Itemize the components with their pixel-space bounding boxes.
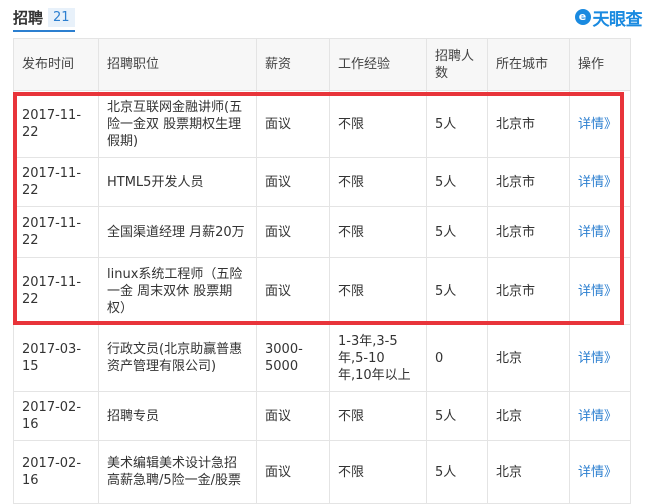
cell-salary: 面议	[256, 391, 330, 441]
column-header-experience: 工作经验	[329, 38, 427, 91]
cell-date: 2017-11-22	[13, 257, 99, 325]
cell-experience: 不限	[329, 440, 427, 504]
title-underline	[13, 30, 75, 32]
cell-city: 北京市	[487, 206, 570, 258]
cell-salary: 面议	[256, 157, 330, 207]
table-header-row: 发布时间 招聘职位 薪资 工作经验 招聘人数 所在城市 操作	[13, 38, 631, 91]
section-title: 招聘	[13, 9, 44, 27]
cell-headcount: 5人	[426, 157, 488, 207]
column-header-city: 所在城市	[487, 38, 570, 91]
logo-icon: e	[574, 9, 591, 25]
table-row: 2017-02-16 美术编辑美术设计急招高薪急聘/5险一金/股票 面议 不限 …	[13, 440, 631, 504]
column-header-date: 发布时间	[13, 38, 99, 91]
cell-headcount: 5人	[426, 206, 488, 258]
cell-salary: 面议	[256, 257, 330, 325]
cell-headcount: 0	[426, 324, 488, 392]
column-header-headcount: 招聘人数	[426, 38, 488, 91]
cell-city: 北京	[487, 324, 570, 392]
detail-link[interactable]: 详情》	[578, 225, 617, 240]
cell-headcount: 5人	[426, 90, 488, 158]
detail-link[interactable]: 详情》	[578, 409, 617, 424]
cell-experience: 不限	[329, 391, 427, 441]
table-row: 2017-11-22 北京互联网金融讲师(五险一金双 股票期权生理假期) 面议 …	[13, 90, 631, 158]
detail-link[interactable]: 详情》	[578, 175, 617, 190]
cell-city: 北京市	[487, 157, 570, 207]
cell-city: 北京市	[487, 257, 570, 325]
cell-salary: 3000-5000	[256, 324, 330, 392]
cell-date: 2017-11-22	[13, 206, 99, 258]
detail-link[interactable]: 详情》	[578, 284, 617, 299]
cell-city: 北京	[487, 440, 570, 504]
cell-position: 全国渠道经理 月薪20万	[98, 206, 257, 258]
count-badge: 21	[48, 8, 75, 27]
table-row: 2017-11-22 linux系统工程师（五险一金 周末双休 股票期权） 面议…	[13, 257, 631, 325]
cell-headcount: 5人	[426, 440, 488, 504]
cell-action: 详情》	[569, 324, 631, 392]
cell-action: 详情》	[569, 440, 631, 504]
cell-experience: 不限	[329, 157, 427, 207]
cell-experience: 不限	[329, 257, 427, 325]
section-header: 招聘 21 e 天眼查	[0, 0, 652, 38]
table-row: 2017-02-16 招聘专员 面议 不限 5人 北京 详情》	[13, 391, 631, 441]
detail-link[interactable]: 详情》	[578, 117, 617, 132]
cell-date: 2017-03-15	[13, 324, 99, 392]
cell-date: 2017-02-16	[13, 391, 99, 441]
jobs-table: 发布时间 招聘职位 薪资 工作经验 招聘人数 所在城市 操作 2017-11-2…	[13, 38, 631, 504]
cell-position: linux系统工程师（五险一金 周末双休 股票期权）	[98, 257, 257, 325]
cell-city: 北京市	[487, 90, 570, 158]
cell-headcount: 5人	[426, 257, 488, 325]
cell-position: 美术编辑美术设计急招高薪急聘/5险一金/股票	[98, 440, 257, 504]
brand-logo: e 天眼查	[574, 6, 643, 30]
cell-position: 招聘专员	[98, 391, 257, 441]
column-header-position: 招聘职位	[98, 38, 257, 91]
cell-salary: 面议	[256, 90, 330, 158]
cell-position: 北京互联网金融讲师(五险一金双 股票期权生理假期)	[98, 90, 257, 158]
cell-position: 行政文员(北京助赢普惠资产管理有限公司)	[98, 324, 257, 392]
detail-link[interactable]: 详情》	[578, 465, 617, 480]
table-row: 2017-03-15 行政文员(北京助赢普惠资产管理有限公司) 3000-500…	[13, 324, 631, 392]
table-row: 2017-11-22 全国渠道经理 月薪20万 面议 不限 5人 北京市 详情》	[13, 206, 631, 258]
column-header-action: 操作	[569, 38, 631, 91]
table-row: 2017-11-22 HTML5开发人员 面议 不限 5人 北京市 详情》	[13, 157, 631, 207]
cell-action: 详情》	[569, 157, 631, 207]
cell-city: 北京	[487, 391, 570, 441]
cell-action: 详情》	[569, 257, 631, 325]
cell-salary: 面议	[256, 206, 330, 258]
detail-link[interactable]: 详情》	[578, 351, 617, 366]
cell-headcount: 5人	[426, 391, 488, 441]
cell-date: 2017-02-16	[13, 440, 99, 504]
cell-experience: 不限	[329, 90, 427, 158]
cell-position: HTML5开发人员	[98, 157, 257, 207]
cell-salary: 面议	[256, 440, 330, 504]
cell-date: 2017-11-22	[13, 90, 99, 158]
cell-experience: 不限	[329, 206, 427, 258]
column-header-salary: 薪资	[256, 38, 330, 91]
logo-text: 天眼查	[592, 9, 643, 30]
cell-action: 详情》	[569, 391, 631, 441]
cell-action: 详情》	[569, 90, 631, 158]
cell-action: 详情》	[569, 206, 631, 258]
cell-experience: 1-3年,3-5年,5-10年,10年以上	[329, 324, 427, 392]
cell-date: 2017-11-22	[13, 157, 99, 207]
